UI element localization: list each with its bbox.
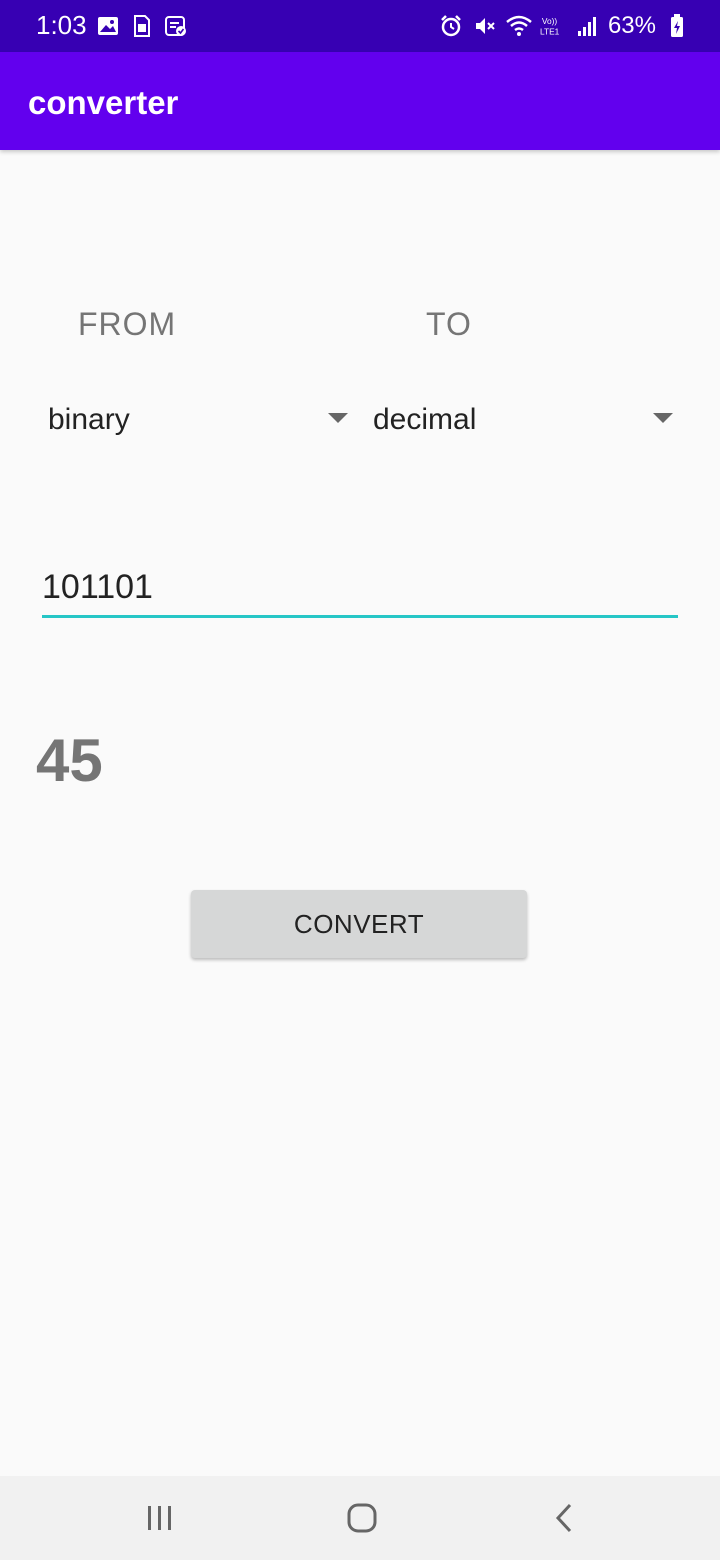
from-label: FROM [78, 306, 177, 342]
status-right: Vo)) LTE1 63% [438, 12, 690, 40]
back-icon [555, 1503, 572, 1533]
recents-icon [148, 1506, 171, 1530]
status-left-icons [96, 14, 188, 38]
dropdown-arrow-icon [328, 413, 348, 423]
status-bar: 1:03 Vo)) LTE1 63% [0, 0, 720, 52]
back-button[interactable] [542, 1498, 586, 1538]
from-unit-value: binary [48, 403, 130, 436]
sim-icon [130, 14, 154, 38]
wifi-icon [506, 13, 532, 39]
task-icon [164, 14, 188, 38]
volte-icon: Vo)) LTE1 [540, 13, 566, 39]
convert-button[interactable]: CONVERT [191, 890, 527, 958]
battery-icon [664, 13, 690, 39]
alarm-icon [438, 13, 464, 39]
home-icon [347, 1503, 377, 1533]
to-unit-spinner[interactable]: decimal [373, 395, 673, 445]
number-input[interactable]: 101101 [42, 560, 678, 618]
navigation-bar [0, 1476, 720, 1560]
from-unit-spinner[interactable]: binary [48, 395, 348, 445]
result-value: 45 [36, 727, 103, 794]
convert-button-label: CONVERT [293, 908, 425, 939]
home-button[interactable] [340, 1498, 384, 1538]
app-bar: converter [0, 52, 720, 150]
svg-text:LTE1: LTE1 [540, 26, 560, 36]
gallery-icon [96, 14, 120, 38]
recents-button[interactable] [138, 1498, 182, 1538]
dropdown-arrow-icon [653, 413, 673, 423]
mute-icon [472, 13, 498, 39]
signal-icon [574, 13, 600, 39]
to-unit-value: decimal [373, 403, 477, 436]
input-value[interactable]: 101101 [42, 560, 153, 607]
battery-percent: 63% [607, 12, 656, 39]
to-label: TO [426, 306, 472, 342]
svg-text:Vo)): Vo)) [542, 16, 558, 26]
app-title: converter [28, 84, 179, 121]
status-time: 1:03 [36, 10, 87, 40]
